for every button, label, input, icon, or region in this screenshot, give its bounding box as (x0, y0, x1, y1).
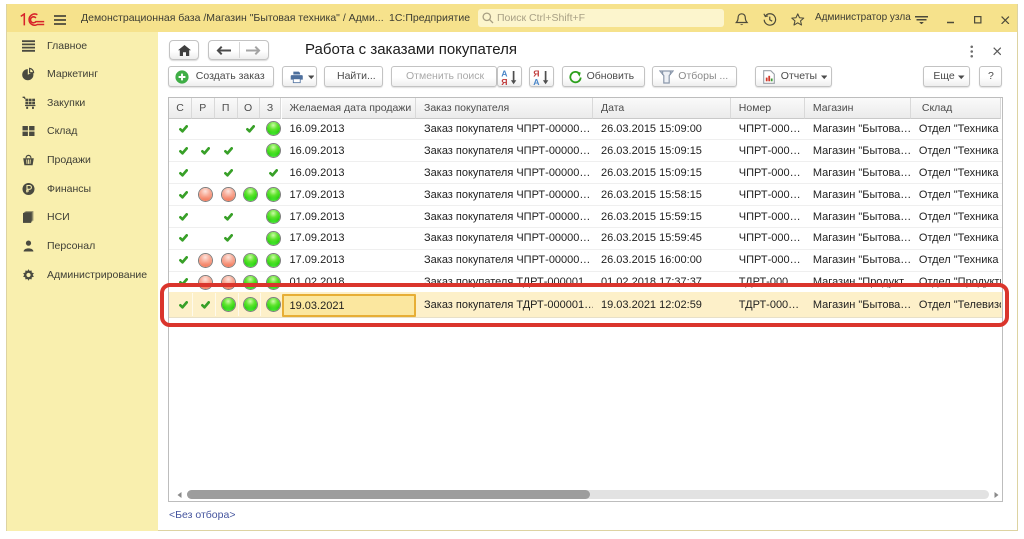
svg-text:Я: Я (501, 77, 507, 85)
svg-text:А: А (533, 77, 540, 85)
